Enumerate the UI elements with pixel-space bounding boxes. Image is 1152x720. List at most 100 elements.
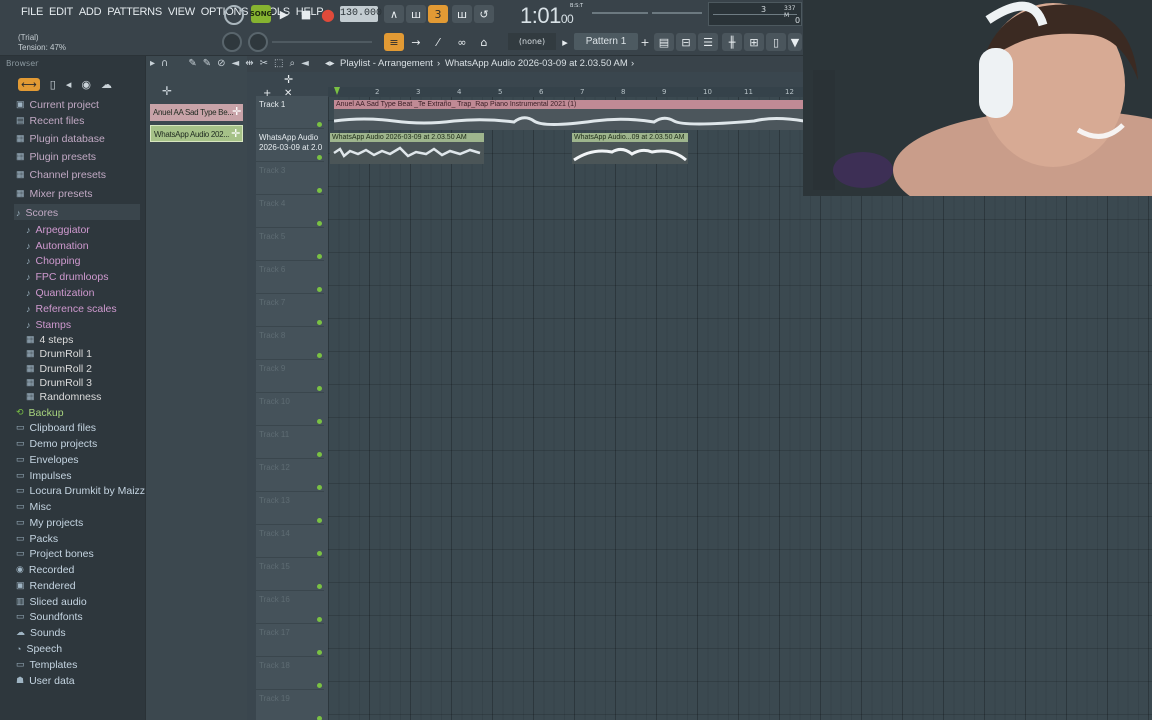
track-header[interactable]: Track 19 (256, 690, 324, 720)
browser-item[interactable]: ▦ 4 steps (26, 332, 73, 347)
track-mute-led[interactable] (317, 551, 322, 556)
menu-add[interactable]: ADD (76, 6, 104, 18)
magnet-tool-icon[interactable]: ∩ (161, 58, 168, 69)
track-mute-led[interactable] (317, 452, 322, 457)
stamp-icon[interactable]: ⌂ (474, 33, 494, 51)
menu-edit[interactable]: EDIT (46, 6, 76, 18)
record-button[interactable]: ● (318, 5, 338, 24)
browser-item[interactable]: ♪ Scores (16, 205, 58, 220)
track-header[interactable]: Track 7 (256, 294, 324, 327)
delete-tool-icon[interactable]: ⊘ (217, 58, 225, 69)
browser-item[interactable]: ▦ DrumRoll 2 (26, 361, 92, 376)
slip-tool-icon[interactable]: ⇹ (245, 58, 253, 69)
track-header[interactable]: Track 11 (256, 426, 324, 459)
track-mute-led[interactable] (317, 617, 322, 622)
tempo-display[interactable]: 130.000 (340, 6, 382, 22)
browser-all-icon[interactable]: ⟷ (18, 77, 40, 91)
pencil-tool-icon[interactable]: ✎ (188, 58, 196, 69)
slice-tool-icon[interactable]: ✂ (260, 58, 268, 69)
browser-item[interactable]: ♪ Stamps (26, 317, 71, 332)
audio-clip-voice-1[interactable]: WhatsApp Audio 2026-03-09 at 2.03.50 AM (330, 133, 484, 164)
track-header[interactable]: Track 1 (256, 96, 324, 129)
track-mute-led[interactable] (317, 716, 322, 720)
expand-icon[interactable]: ✛ (162, 84, 172, 98)
browser-item[interactable]: ▭ Templates (16, 657, 77, 672)
playback-tool-icon[interactable]: ◄ (301, 58, 309, 69)
track-header[interactable]: Track 15 (256, 558, 324, 591)
track-header[interactable]: Track 4 (256, 195, 324, 228)
mixer-icon[interactable]: ╫ (722, 33, 742, 51)
song-mode-toggle[interactable]: SONG (250, 5, 272, 23)
browser-item[interactable]: ▦ Plugin database (16, 131, 105, 146)
play-button[interactable]: ▶ (274, 5, 294, 23)
snap-selector[interactable]: (none) (508, 33, 556, 50)
countdown-icon[interactable]: 3 (428, 5, 448, 23)
channel-clip-beat[interactable]: Anuel AA Sad Type Be... ✛ (150, 104, 243, 121)
master-volume-knob[interactable] (224, 5, 244, 25)
wait-input-icon[interactable]: ш (406, 5, 426, 23)
browser-item[interactable]: ▭ Project bones (16, 546, 94, 561)
paint-tool-icon[interactable]: ✎ (203, 58, 211, 69)
forward-icon[interactable]: → (406, 33, 426, 51)
playlist-icon[interactable]: ▤ (654, 33, 674, 51)
browser-item[interactable]: ♪ FPC drumloops (26, 269, 108, 284)
browser-item[interactable]: ▭ Envelopes (16, 452, 79, 467)
master-pitch-slider[interactable] (592, 12, 648, 14)
browser-item[interactable]: ⟲ Backup (16, 405, 64, 420)
track-header[interactable]: Track 17 (256, 624, 324, 657)
add-clip-icon[interactable]: ✛ (231, 126, 240, 141)
track-header[interactable]: Track 3 (256, 162, 324, 195)
browser-item[interactable]: ▤ Recent files (16, 113, 84, 128)
select-tool-icon[interactable]: ⬚ (274, 58, 283, 69)
track-header[interactable]: Track 10 (256, 393, 324, 426)
playlist-arrow-icon[interactable]: ◂▸ (325, 56, 335, 72)
track-mute-led[interactable] (317, 221, 322, 226)
mute-tool-icon[interactable]: ◄ (232, 58, 240, 69)
browser-item[interactable]: ♪ Quantization (26, 285, 94, 300)
menu-view[interactable]: VIEW (165, 6, 198, 18)
stop-button[interactable]: ■ (296, 5, 316, 23)
browser-item[interactable]: ▭ Packs (16, 531, 58, 546)
browser-item[interactable]: ▦ DrumRoll 1 (26, 346, 92, 361)
link-icon[interactable]: ∞ (452, 33, 472, 51)
brush-icon[interactable]: ⁄ (428, 33, 448, 51)
position-slider[interactable] (272, 41, 372, 43)
browser-item[interactable]: ☁ Sounds (16, 625, 66, 640)
track-mute-led[interactable] (317, 386, 322, 391)
browser-item[interactable]: ♪ Chopping (26, 253, 80, 268)
menu-file[interactable]: FILE (18, 6, 46, 18)
browser-item[interactable]: ▦ Channel presets (16, 167, 106, 182)
browser-item[interactable]: ▭ Impulses (16, 468, 72, 483)
track-mute-led[interactable] (317, 320, 322, 325)
track-mute-led[interactable] (317, 353, 322, 358)
browser-item[interactable]: ▭ My projects (16, 515, 83, 530)
browser-cloud-icon[interactable]: ☁ (101, 78, 112, 91)
browser-item[interactable]: ▦ Plugin presets (16, 149, 96, 164)
track-header[interactable]: Track 9 (256, 360, 324, 393)
track-header[interactable]: Track 12 (256, 459, 324, 492)
menu-patterns[interactable]: PATTERNS (104, 6, 165, 18)
audio-clip-beat[interactable]: Anuel AA Sad Type Beat _Te Extraño_ Trap… (334, 100, 804, 130)
browser-item[interactable]: ♪ Automation (26, 238, 89, 253)
track-header[interactable]: Track 18 (256, 657, 324, 690)
channel-clip-audio[interactable]: WhatsApp Audio 202... ✛ (150, 125, 243, 142)
more-icon[interactable]: ▼ (788, 33, 802, 51)
browser-item[interactable]: ▦ Randomness (26, 389, 101, 404)
track-mute-led[interactable] (317, 155, 322, 160)
track-mute-led[interactable] (317, 518, 322, 523)
browser-item[interactable]: ♪ Reference scales (26, 301, 117, 316)
browser-item[interactable]: ▣ Rendered (16, 578, 76, 593)
track-mute-led[interactable] (317, 683, 322, 688)
track-mute-led[interactable] (317, 485, 322, 490)
browser-item[interactable]: ▦ DrumRoll 3 (26, 375, 92, 390)
track-mute-led[interactable] (317, 287, 322, 292)
zoom-tool-icon[interactable]: ⌕ (289, 58, 295, 69)
track-mute-led[interactable] (317, 584, 322, 589)
channel-rack-icon[interactable]: ⊟ (676, 33, 696, 51)
track-header[interactable]: Track 14 (256, 525, 324, 558)
piano-roll-icon[interactable]: ☰ (698, 33, 718, 51)
browser-item[interactable]: ▭ Locura Drumkit by Maizzeno (16, 483, 163, 498)
browser-file-icon[interactable]: ▯ (50, 78, 56, 91)
browser-item[interactable]: ▭ Clipboard files (16, 420, 96, 435)
browser-item[interactable]: ☗ User data (16, 673, 75, 688)
